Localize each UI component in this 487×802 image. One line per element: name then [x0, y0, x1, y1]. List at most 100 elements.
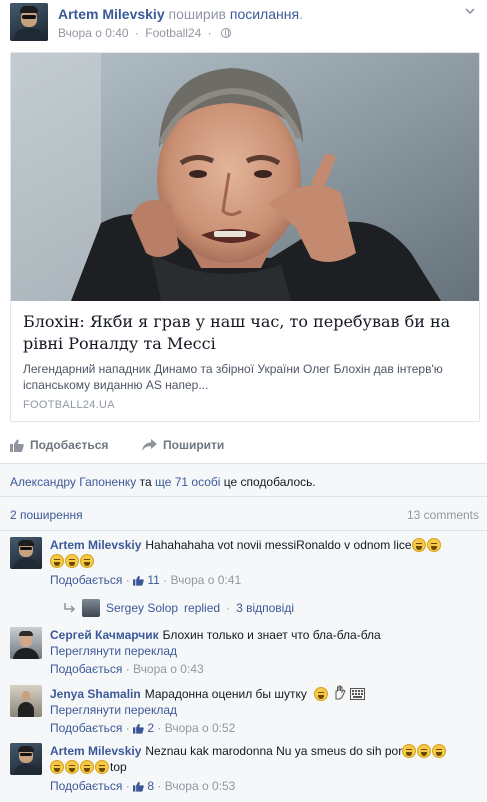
separator-dot: · — [125, 779, 130, 793]
keyboard-icon — [349, 688, 365, 700]
separator-dot: · — [134, 26, 139, 40]
comment-like-link[interactable]: Подобається — [50, 573, 122, 587]
comment-timestamp[interactable]: Вчора о 0:41 — [171, 573, 242, 587]
reply-arrow-icon — [64, 603, 76, 613]
smirk-emoji-icon — [314, 687, 329, 701]
laughing-emoji-icon — [432, 744, 447, 758]
commenter-avatar[interactable] — [10, 685, 42, 717]
replier-avatar — [82, 599, 100, 617]
commenter-avatar[interactable] — [10, 743, 42, 775]
commenter-name[interactable]: Artem Milevskiy — [50, 538, 141, 552]
comments-count-link[interactable]: 13 comments — [407, 508, 479, 522]
replied-text: replied — [184, 601, 221, 615]
laughing-emoji-icon — [80, 760, 94, 774]
post-author-line: Artem Milevskiy поширив посилання. — [58, 6, 303, 22]
comment-item: Artem Milevskiy Neznau kak marodonna Nu y… — [10, 743, 480, 799]
commenter-name[interactable]: Сергей Качмарчик — [50, 628, 159, 642]
reply-count[interactable]: 3 відповіді — [236, 601, 294, 615]
thumbs-up-icon — [10, 439, 24, 452]
comment-item: Jenya Shamalin Марадонна оценил бы шутку … — [10, 685, 480, 737]
comment-text: Hahahahaha vot novii messiRonaldo v odno… — [145, 538, 412, 552]
comment-body: Jenya Shamalin Марадонна оценил бы шутку … — [50, 685, 480, 736]
comment-like-count[interactable]: 8 — [147, 779, 154, 793]
comment-like-count[interactable]: 2 — [147, 721, 154, 735]
comment-text-tail: top — [110, 760, 127, 774]
chevron-down-icon[interactable] — [465, 6, 475, 16]
post-source[interactable]: Football24 — [145, 26, 201, 40]
comment-like-link[interactable]: Подобається — [50, 662, 122, 676]
post-header: Artem Milevskiy поширив посилання. Вчора… — [10, 2, 477, 44]
laughing-emoji-icon — [411, 538, 426, 552]
like-label: Подобається — [30, 438, 109, 452]
article-photo[interactable] — [11, 53, 479, 301]
share-arrow-icon — [142, 439, 157, 451]
laughing-emoji-icon — [417, 744, 432, 758]
comment-meta: Подобається · 2 · Вчора о 0:52 — [50, 720, 480, 736]
laughing-emoji-icon — [95, 760, 109, 774]
thumbs-up-icon — [133, 781, 144, 792]
thumbs-up-icon — [133, 575, 144, 586]
comment-body: Artem Milevskiy Hahahahaha vot novii mess… — [50, 537, 480, 588]
laughing-emoji-icon — [402, 744, 417, 758]
article-description: Легендарний нападник Динамо та збірної У… — [23, 362, 443, 392]
comment-like-link[interactable]: Подобається — [50, 779, 122, 793]
facebook-post: Artem Milevskiy поширив посилання. Вчора… — [0, 0, 487, 802]
shares-summary: 2 поширення 13 comments — [0, 497, 487, 531]
laughing-emoji-icon — [65, 760, 79, 774]
raised-hand-icon — [335, 685, 346, 700]
other-likers-link[interactable]: ще 71 особі — [155, 475, 220, 489]
see-translation-link[interactable]: Переглянути переклад — [50, 702, 480, 718]
article-title[interactable]: Блохін: Якби я грав у наш час, то перебу… — [23, 311, 463, 355]
article-domain: FOOTBALL24.UA — [23, 399, 115, 411]
likes-suffix: це сподобалось. — [223, 475, 316, 489]
comment-text: Neznau kak marodonna Nu ya smeus do sih … — [145, 744, 403, 758]
post-action-text: поширив — [168, 6, 226, 22]
commenter-avatar[interactable] — [10, 537, 42, 569]
separator-dot: · — [207, 26, 212, 40]
laughing-emoji-icon — [80, 554, 94, 568]
comment-item: Artem Milevskiy Hahahahaha vot novii mess… — [10, 537, 480, 619]
commenter-avatar[interactable] — [10, 627, 42, 659]
liker-name-link[interactable]: Александру Гапоненку — [10, 475, 136, 489]
laughing-emoji-icon — [65, 554, 79, 568]
post-timestamp[interactable]: Вчора о 0:40 — [58, 26, 129, 40]
post-action-link[interactable]: посилання — [230, 6, 299, 22]
laughing-emoji-icon — [50, 554, 64, 568]
laughing-emoji-icon — [50, 760, 64, 774]
comment-timestamp[interactable]: Вчора о 0:53 — [165, 779, 236, 793]
post-actions-bar: Подобається Поширити — [10, 438, 480, 458]
comment-item: Сергей Качмарчик Блохин только и знает чт… — [10, 627, 480, 679]
replies-link[interactable]: Sergey Solop replied · 3 відповіді — [64, 599, 294, 617]
post-action-end: . — [299, 6, 303, 22]
commenter-name[interactable]: Jenya Shamalin — [50, 687, 141, 701]
like-button[interactable]: Подобається — [10, 438, 108, 452]
comment-body: Сергей Качмарчик Блохин только и знает чт… — [50, 627, 480, 677]
author-avatar[interactable] — [10, 3, 48, 41]
comment-like-count[interactable]: 11 — [147, 573, 159, 587]
share-button[interactable]: Поширити — [142, 438, 224, 452]
comment-timestamp[interactable]: Вчора о 0:43 — [133, 662, 204, 676]
commenter-name[interactable]: Artem Milevskiy — [50, 744, 141, 758]
comment-meta: Подобається · 11 · Вчора о 0:41 — [50, 572, 480, 588]
comment-timestamp[interactable]: Вчора о 0:52 — [165, 721, 236, 735]
comment-like-link[interactable]: Подобається — [50, 721, 122, 735]
post-author-name[interactable]: Artem Milevskiy — [58, 6, 165, 22]
share-label: Поширити — [163, 438, 225, 452]
comment-meta: Подобається · Вчора о 0:43 — [50, 661, 480, 677]
globe-icon[interactable] — [221, 28, 231, 38]
separator-dot: · — [157, 721, 162, 735]
laughing-emoji-icon — [426, 538, 441, 552]
likes-text: Александру Гапоненку та ще 71 особі це с… — [10, 475, 316, 489]
likes-connector: та — [139, 475, 152, 489]
comment-body: Artem Milevskiy Neznau kak marodonna Nu y… — [50, 743, 480, 794]
separator-dot: · — [157, 779, 162, 793]
separator-dot: · — [125, 662, 130, 676]
separator-dot: · — [226, 601, 231, 615]
separator-dot: · — [163, 573, 168, 587]
comment-text: Марадонна оценил бы шутку — [144, 687, 307, 701]
replier-name[interactable]: Sergey Solop — [106, 601, 178, 615]
see-translation-link[interactable]: Переглянути переклад — [50, 643, 480, 659]
thumbs-up-icon — [133, 723, 144, 734]
shares-count-link[interactable]: 2 поширення — [10, 508, 83, 522]
link-preview-card[interactable]: Блохін: Якби я грав у наш час, то перебу… — [10, 52, 480, 422]
